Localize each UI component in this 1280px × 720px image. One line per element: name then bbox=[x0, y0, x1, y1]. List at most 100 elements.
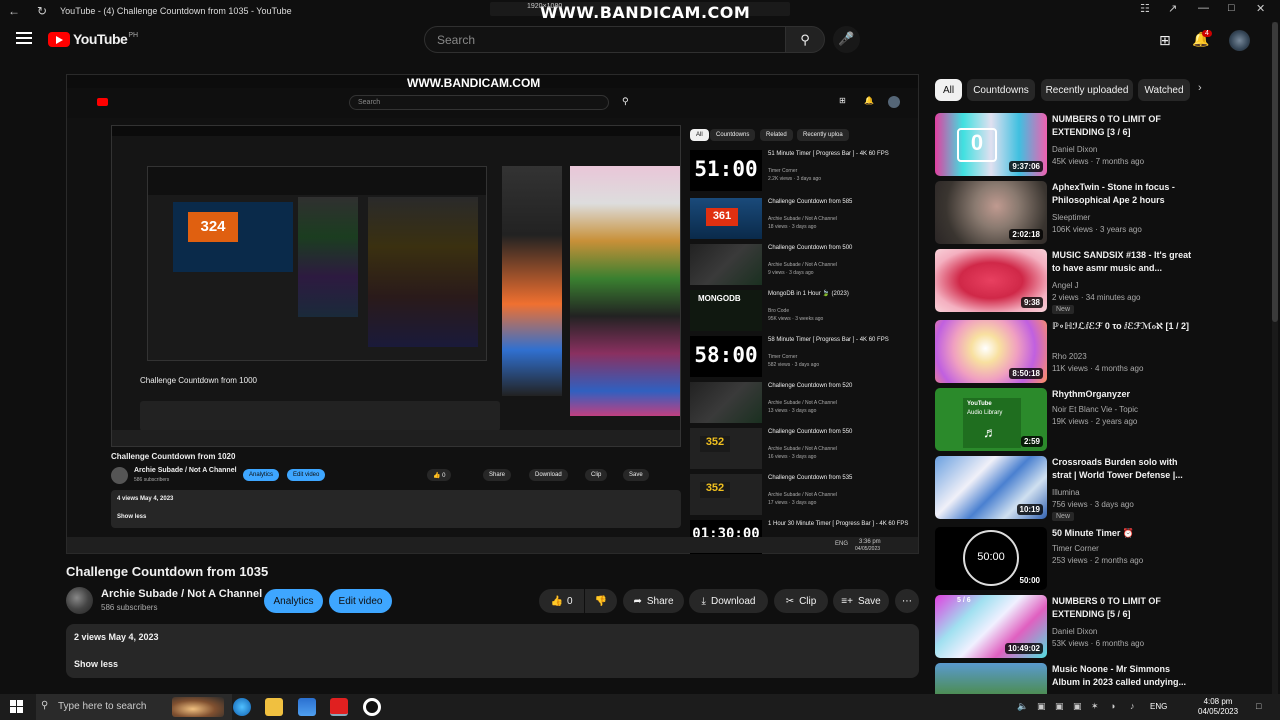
page-scrollbar[interactable] bbox=[1272, 22, 1278, 694]
chip-recently-uploaded[interactable]: Recently uploaded bbox=[1041, 79, 1133, 101]
nested-taskbar: 3:36 pm 04/05/2023 ENG bbox=[67, 537, 918, 553]
chip-watched[interactable]: Watched bbox=[1138, 79, 1190, 101]
edge-browser-icon[interactable] bbox=[233, 698, 251, 716]
nested-rec-channel: Archie Subade / Not A Channel bbox=[768, 446, 837, 452]
duration-badge: 9:37:06 bbox=[1009, 161, 1043, 172]
video-player[interactable]: WWW.BANDICAM.COM Search ⚲ ⊞ 🔔 324 Challe… bbox=[66, 74, 919, 554]
nested-clip-button: Clip bbox=[585, 469, 608, 481]
nested-rec-title: MongoDB in 1 Hour 🍃 (2023) bbox=[768, 291, 849, 297]
network-icon[interactable]: ◑ bbox=[1110, 701, 1115, 711]
microphone-icon: 🎤 bbox=[838, 31, 855, 46]
bandicam-icon[interactable] bbox=[363, 698, 381, 716]
save-button[interactable]: ≡+ Save bbox=[833, 589, 889, 613]
nested-like-button: 👍 0 bbox=[427, 469, 452, 481]
maximize-button[interactable]: □ bbox=[1228, 2, 1235, 14]
more-actions-button[interactable]: ⋯ bbox=[895, 589, 919, 613]
nested-rec-title: Challenge Countdown from 520 bbox=[768, 383, 853, 389]
menu-icon[interactable] bbox=[16, 32, 32, 44]
nested-rec-thumb: 361 bbox=[690, 198, 762, 239]
extensions-icon[interactable]: ☷ bbox=[1140, 2, 1150, 15]
chip-next-icon[interactable]: › bbox=[1198, 82, 1202, 94]
windows-start-icon[interactable] bbox=[10, 700, 23, 713]
account-avatar[interactable] bbox=[1229, 30, 1250, 51]
level-2-title-bar bbox=[112, 126, 680, 136]
notification-count-badge: 4 bbox=[1202, 30, 1212, 37]
clip-button[interactable]: ✂ Clip bbox=[774, 589, 828, 613]
search-icon: ⚲ bbox=[800, 32, 810, 47]
taskbar-search-icon: ⚲ bbox=[41, 700, 49, 711]
duration-badge: 2:02:18 bbox=[1009, 229, 1043, 240]
rec-channel: Rho 2023 bbox=[1052, 352, 1087, 361]
nested-rec-item: 58:00 58 Minute Timer [ Progress Bar ] -… bbox=[690, 336, 919, 380]
recommendation-item[interactable]: 50:00 50:00 50 Minute Timer ⏰ Timer Corn… bbox=[935, 527, 1265, 591]
nested-rec-meta: 18 views · 3 days ago bbox=[768, 224, 817, 230]
recommendation-item[interactable]: YouTube Audio Library ♬ 2:59 RhythmOrgan… bbox=[935, 388, 1265, 452]
nested-rec-thumb-number: 361 bbox=[706, 208, 738, 226]
edit-video-button[interactable]: Edit video bbox=[329, 589, 392, 613]
download-button[interactable]: ⤓ Download bbox=[689, 589, 768, 613]
analytics-button[interactable]: Analytics bbox=[264, 589, 323, 613]
tray-app-icon[interactable]: ▣ bbox=[1073, 701, 1082, 712]
microsoft-store-icon[interactable] bbox=[298, 698, 316, 716]
nested-clock: 3:36 pm bbox=[859, 539, 881, 545]
recommendation-item[interactable]: 10:19 Crossroads Burden solo with strat … bbox=[935, 456, 1265, 521]
show-less-link[interactable]: Show less bbox=[74, 659, 118, 669]
nested-rec-thumb: 352 bbox=[690, 428, 762, 469]
recommendation-item[interactable]: 8:50:18 ℙ∘ℍℐℒⅈℰℱ 0 το ⅈℰℱℳℴℵ [1 / 2] Rho… bbox=[935, 320, 1265, 384]
youtube-app-icon[interactable] bbox=[330, 698, 348, 716]
recommendation-item[interactable]: Music Noone - Mr Simmons Album in 2023 c… bbox=[935, 663, 1265, 694]
share-page-icon[interactable]: ↗ bbox=[1168, 2, 1177, 15]
rec-meta: 756 views · 3 days ago bbox=[1052, 500, 1134, 509]
rec-channel: Illumina bbox=[1052, 488, 1080, 497]
audio-library-card: YouTube Audio Library ♬ bbox=[963, 398, 1021, 448]
chip-countdowns[interactable]: Countdowns bbox=[967, 79, 1035, 101]
notifications-icon[interactable]: □ bbox=[1256, 701, 1261, 711]
nested-rec-thumb-number: 352 bbox=[700, 482, 730, 498]
duration-badge: 10:19 bbox=[1016, 504, 1043, 515]
logo-country: PH bbox=[128, 31, 139, 39]
scrollbar-thumb[interactable] bbox=[1272, 22, 1278, 322]
nested-rec-item: Challenge Countdown from 500 Archie Suba… bbox=[690, 244, 919, 288]
language-indicator[interactable]: ENG bbox=[1150, 702, 1167, 711]
dislike-button[interactable]: 👎 bbox=[585, 589, 617, 613]
nested-rec-thumb-number: 352 bbox=[700, 436, 730, 452]
bluetooth-icon[interactable]: ✶ bbox=[1091, 701, 1099, 712]
chip-all[interactable]: All bbox=[935, 79, 962, 101]
recommendation-item[interactable]: 0 9:37:06 NUMBERS 0 TO LIMIT OF EXTENDIN… bbox=[935, 113, 1265, 177]
volume-icon[interactable]: 🔈 bbox=[1017, 701, 1028, 712]
speaker-icon[interactable]: ♪ bbox=[1130, 701, 1135, 711]
tray-app-icon[interactable]: ▣ bbox=[1055, 701, 1064, 712]
youtube-logo[interactable]: YouTube PH bbox=[48, 31, 138, 47]
tray-app-icon[interactable]: ▣ bbox=[1037, 701, 1046, 712]
share-button[interactable]: ➦ Share bbox=[623, 589, 684, 613]
back-arrow-icon[interactable]: ← bbox=[0, 4, 28, 18]
taskbar-clock[interactable]: 4:08 pm 04/05/2023 bbox=[1198, 697, 1238, 717]
rec-channel: Daniel Dixon bbox=[1052, 145, 1098, 154]
close-button[interactable]: ✕ bbox=[1256, 2, 1265, 15]
like-button[interactable]: 👍 0 bbox=[539, 589, 584, 613]
channel-avatar[interactable] bbox=[66, 587, 93, 614]
channel-name[interactable]: Archie Subade / Not A Channel bbox=[101, 588, 262, 600]
search-input[interactable]: Search bbox=[424, 26, 786, 53]
nested-date: 04/05/2023 bbox=[855, 546, 881, 552]
nested-rec-item: 352 Challenge Countdown from 550 Archie … bbox=[690, 428, 919, 472]
rec-meta: 45K views · 7 months ago bbox=[1052, 157, 1145, 166]
nested-rec-meta: 16 views · 3 days ago bbox=[768, 454, 817, 460]
nested-create-icon: ⊞ bbox=[839, 96, 846, 105]
nested-title-bar: WWW.BANDICAM.COM bbox=[67, 75, 918, 90]
recommendation-item[interactable]: 9:38 MUSIC SANDSIX #138 - It's great to … bbox=[935, 249, 1265, 314]
nested-rec-item: Challenge Countdown from 520 Archie Suba… bbox=[690, 382, 919, 426]
nested-search-icon: ⚲ bbox=[622, 96, 629, 106]
recommendation-item[interactable]: 2:02:18 AphexTwin - Stone in focus - Phi… bbox=[935, 181, 1265, 245]
recommendation-item[interactable]: 5 / 6 10:49:02 NUMBERS 0 TO LIMIT OF EXT… bbox=[935, 595, 1265, 659]
description-box[interactable]: 2 views May 4, 2023 Show less bbox=[66, 624, 919, 678]
voice-search-button[interactable]: 🎤 bbox=[833, 26, 860, 53]
minimize-button[interactable]: — bbox=[1198, 2, 1209, 14]
level-3-masthead bbox=[148, 167, 486, 195]
refresh-icon[interactable]: ↻ bbox=[28, 4, 56, 18]
nested-download-button: Download bbox=[529, 469, 568, 481]
search-button[interactable]: ⚲ bbox=[785, 26, 825, 53]
nested-channel-avatar bbox=[111, 467, 128, 484]
create-video-icon[interactable]: ⊞ bbox=[1159, 32, 1171, 49]
file-explorer-icon[interactable] bbox=[265, 698, 283, 716]
